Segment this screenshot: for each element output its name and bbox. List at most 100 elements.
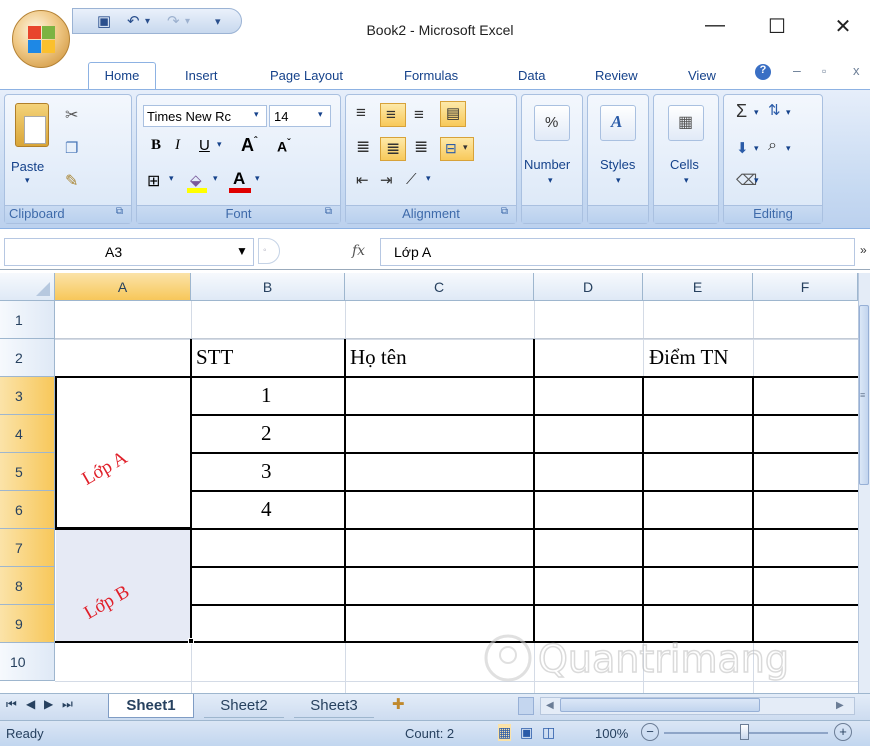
redo-icon[interactable]: ↷ bbox=[167, 12, 180, 30]
row-header-3[interactable]: 3 bbox=[0, 377, 55, 415]
column-header-c[interactable]: C bbox=[345, 273, 534, 301]
sheet-tab-sheet1[interactable]: Sheet1 bbox=[108, 694, 194, 718]
name-box[interactable] bbox=[4, 238, 254, 266]
percent-icon[interactable]: % bbox=[534, 105, 570, 141]
zoom-slider-thumb[interactable] bbox=[740, 724, 749, 740]
sheet-tab-sheet2[interactable]: Sheet2 bbox=[204, 694, 284, 718]
cell-e2[interactable]: Điểm TN bbox=[649, 345, 729, 370]
insert-sheet-icon[interactable]: ✚ bbox=[392, 695, 418, 715]
tab-split-handle[interactable] bbox=[518, 697, 534, 715]
grow-font-icon[interactable]: Aˆ bbox=[241, 135, 257, 156]
last-sheet-icon[interactable]: ⏭ bbox=[62, 697, 73, 712]
dialog-launcher-icon[interactable]: ⧉ bbox=[116, 206, 123, 217]
clear-dropdown-icon[interactable]: ▾ bbox=[754, 175, 759, 186]
align-right-icon[interactable]: ≣ bbox=[414, 137, 428, 157]
tab-insert[interactable]: Insert bbox=[185, 68, 218, 83]
tab-page-layout[interactable]: Page Layout bbox=[270, 68, 343, 83]
fill-handle[interactable] bbox=[188, 638, 194, 644]
paste-dropdown-icon[interactable]: ▾ bbox=[25, 175, 30, 186]
cell-b4[interactable]: 2 bbox=[261, 421, 272, 446]
tab-review[interactable]: Review bbox=[595, 68, 638, 83]
cell-c2[interactable]: Họ tên bbox=[350, 345, 407, 370]
cells-dropdown-icon[interactable]: ▾ bbox=[684, 175, 689, 186]
dialog-launcher-icon[interactable]: ⧉ bbox=[325, 206, 332, 217]
formula-input[interactable] bbox=[380, 238, 855, 266]
ribbon-minimize-icon[interactable]: – bbox=[793, 62, 801, 78]
number-dropdown-icon[interactable]: ▾ bbox=[548, 175, 553, 186]
undo-dropdown-icon[interactable]: ▾ bbox=[145, 16, 150, 27]
row-header-7[interactable]: 7 bbox=[0, 529, 55, 567]
cell-b5[interactable]: 3 bbox=[261, 459, 272, 484]
sort-dropdown-icon[interactable]: ▾ bbox=[786, 107, 791, 118]
styles-dropdown-icon[interactable]: ▾ bbox=[616, 175, 621, 186]
expand-formula-icon[interactable]: » bbox=[860, 243, 867, 257]
select-all-button[interactable] bbox=[0, 273, 55, 301]
next-sheet-icon[interactable]: ▶ bbox=[44, 697, 53, 711]
customize-qat-icon[interactable]: ▾ bbox=[215, 15, 221, 28]
row-header-1[interactable]: 1 bbox=[0, 301, 55, 339]
cell-b2[interactable]: STT bbox=[196, 345, 233, 370]
text-angle-icon[interactable]: ⟋ bbox=[406, 171, 417, 188]
underline-button[interactable]: U bbox=[199, 137, 210, 154]
orientation-icon[interactable]: ▤ bbox=[440, 101, 466, 127]
copy-icon[interactable]: ❐ bbox=[65, 139, 78, 157]
font-name-combo[interactable]: Times New Rc ▾ bbox=[143, 105, 267, 127]
name-box-dropdown-icon[interactable]: ▼ bbox=[236, 244, 248, 258]
maximize-button[interactable]: ☐ bbox=[762, 14, 792, 39]
ribbon-close-icon[interactable]: x bbox=[853, 63, 860, 78]
tab-formulas[interactable]: Formulas bbox=[404, 68, 458, 83]
styles-button[interactable]: Styles bbox=[600, 157, 635, 172]
column-header-d[interactable]: D bbox=[534, 273, 643, 301]
align-middle-icon[interactable]: ≡ bbox=[380, 103, 406, 127]
align-center-icon[interactable]: ≣ bbox=[380, 137, 406, 161]
shrink-font-icon[interactable]: Aˇ bbox=[277, 138, 290, 155]
font-color-dropdown-icon[interactable]: ▾ bbox=[255, 173, 260, 184]
tab-home[interactable]: Home bbox=[88, 62, 156, 90]
fill-icon[interactable]: ⬇ bbox=[736, 139, 749, 157]
font-size-combo[interactable]: 14 ▾ bbox=[269, 105, 331, 127]
borders-icon[interactable]: ⊞ bbox=[147, 171, 160, 191]
help-icon[interactable]: ? bbox=[755, 64, 771, 80]
merge-center-icon[interactable]: ⊟ ▾ bbox=[440, 137, 474, 161]
row-header-6[interactable]: 6 bbox=[0, 491, 55, 529]
increase-indent-icon[interactable]: ⇥ bbox=[380, 171, 393, 189]
find-select-icon[interactable]: ⌕ bbox=[768, 137, 777, 155]
row-header-5[interactable]: 5 bbox=[0, 453, 55, 491]
bold-button[interactable]: B bbox=[151, 137, 161, 154]
fill-color-icon[interactable]: ⬙ bbox=[187, 171, 209, 193]
row-header-2[interactable]: 2 bbox=[0, 339, 55, 377]
scroll-left-icon[interactable]: ◀ bbox=[546, 700, 554, 711]
cell-b3[interactable]: 1 bbox=[261, 383, 272, 408]
autosum-icon[interactable]: Σ bbox=[736, 101, 747, 122]
prev-sheet-icon[interactable]: ◀ bbox=[26, 697, 35, 711]
text-angle-dropdown-icon[interactable]: ▾ bbox=[426, 173, 431, 184]
ribbon-restore-icon[interactable]: ▫ bbox=[822, 64, 826, 78]
borders-dropdown-icon[interactable]: ▾ bbox=[169, 173, 174, 184]
first-sheet-icon[interactable]: ⏮ bbox=[6, 697, 17, 712]
office-button[interactable] bbox=[12, 10, 70, 68]
normal-view-icon[interactable]: ▦ bbox=[498, 724, 512, 741]
cell-b6[interactable]: 4 bbox=[261, 497, 272, 522]
column-header-a[interactable]: A bbox=[55, 273, 191, 301]
zoom-in-icon[interactable]: + bbox=[834, 723, 852, 741]
styles-icon[interactable]: A bbox=[600, 105, 636, 141]
zoom-out-icon[interactable]: − bbox=[641, 723, 659, 741]
paste-icon[interactable] bbox=[15, 103, 49, 147]
align-top-icon[interactable]: ≡ bbox=[356, 103, 366, 123]
cut-icon[interactable]: ✂ bbox=[65, 105, 78, 125]
insert-function-icon[interactable]: fx bbox=[352, 243, 365, 259]
format-painter-icon[interactable]: ✎ bbox=[65, 171, 78, 191]
sheet-tab-sheet3[interactable]: Sheet3 bbox=[294, 694, 374, 718]
paste-button[interactable]: Paste bbox=[11, 159, 44, 174]
horizontal-scroll-thumb[interactable] bbox=[560, 698, 760, 712]
column-header-f[interactable]: F bbox=[753, 273, 858, 301]
row-header-10[interactable]: 10 bbox=[0, 643, 55, 681]
column-header-b[interactable]: B bbox=[191, 273, 345, 301]
find-dropdown-icon[interactable]: ▾ bbox=[786, 143, 791, 154]
dialog-launcher-icon[interactable]: ⧉ bbox=[501, 206, 508, 217]
number-button[interactable]: Number bbox=[524, 157, 570, 172]
align-left-icon[interactable]: ≣ bbox=[356, 137, 370, 157]
font-color-icon[interactable]: A bbox=[229, 169, 251, 193]
zoom-level[interactable]: 100% bbox=[595, 726, 628, 741]
save-icon[interactable]: ▣ bbox=[97, 12, 111, 30]
